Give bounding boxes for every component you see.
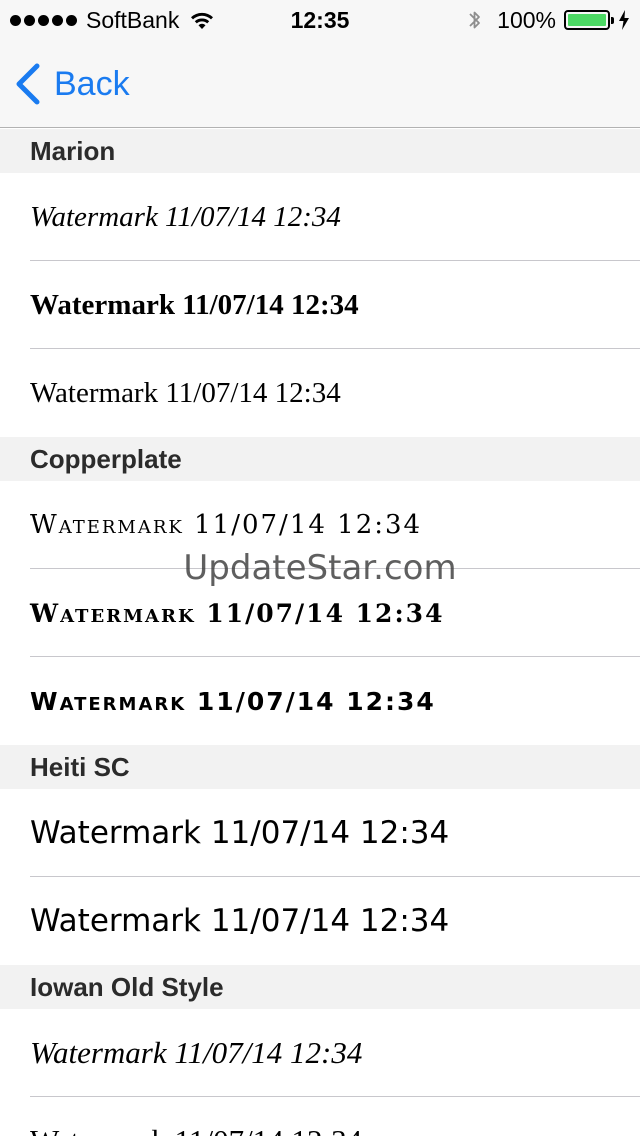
back-button-label: Back <box>54 64 130 103</box>
font-sample-row[interactable]: Watermark 11/07/14 12:34 <box>0 569 640 657</box>
font-sample-row[interactable]: Watermark 11/07/14 12:34 <box>0 1009 640 1097</box>
font-sample-row[interactable]: Watermark 11/07/14 12:34 <box>0 261 640 349</box>
section-header-heiti-sc: Heiti SC <box>0 745 640 789</box>
battery-icon <box>564 10 614 30</box>
charging-icon <box>619 10 629 30</box>
font-list: Marion Watermark 11/07/14 12:34 Watermar… <box>0 129 640 1136</box>
section-header-marion: Marion <box>0 129 640 173</box>
status-right: 100% <box>467 6 630 34</box>
section-header-copperplate: Copperplate <box>0 437 640 481</box>
battery-percentage: 100% <box>497 6 556 33</box>
section-header-iowan-old-style: Iowan Old Style <box>0 965 640 1009</box>
back-button[interactable]: Back <box>14 62 130 106</box>
chevron-left-icon <box>16 63 40 105</box>
navigation-bar: Back <box>0 40 640 128</box>
font-sample-row[interactable]: Watermark 11/07/14 12:34 <box>0 789 640 877</box>
font-sample-row[interactable]: Watermark 11/07/14 12:34 <box>0 877 640 965</box>
font-sample-row[interactable]: Watermark 11/07/14 12:34 <box>0 173 640 261</box>
font-sample-row[interactable]: Watermark 11/07/14 12:34 <box>0 349 640 437</box>
font-sample-row[interactable]: Watermark 11/07/14 12:34 <box>0 481 640 569</box>
font-sample-row[interactable]: Watermark 11/07/14 12:34 <box>0 657 640 745</box>
font-sample-row[interactable]: Watermark 11/07/14 12:34 <box>0 1097 640 1136</box>
bluetooth-icon <box>469 11 481 29</box>
status-bar: SoftBank 12:35 100% <box>0 0 640 40</box>
